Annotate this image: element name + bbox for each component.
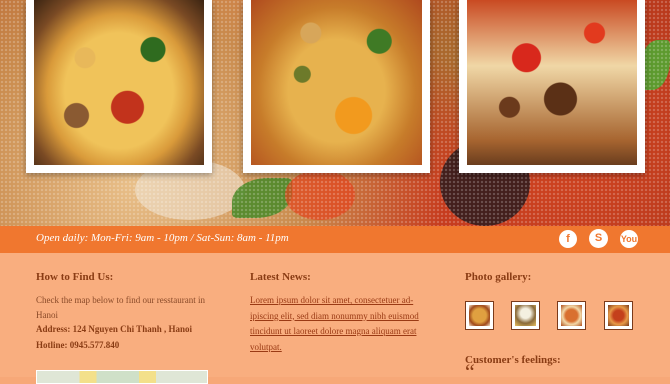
opening-hours-text: Open daily: Mon-Fri: 9am - 10pm / Sat-Su… — [36, 232, 289, 244]
gallery-thumbnail[interactable] — [604, 301, 633, 330]
basil-leaf-decoration — [232, 178, 292, 218]
address-text: Address: 124 Nguyen Chi Thanh , Hanoi — [36, 324, 192, 334]
gallery-thumbnail[interactable] — [557, 301, 586, 330]
pizza-photo-2 — [251, 0, 422, 165]
opening-hours-bar: Open daily: Mon-Fri: 9am - 10pm / Sat-Su… — [0, 226, 670, 253]
latest-news-title: Latest News: — [250, 271, 311, 283]
pizza-photo-1 — [34, 0, 204, 165]
tomato-decoration — [285, 170, 355, 220]
facebook-icon[interactable]: f — [559, 230, 577, 248]
hotline-text: Hotline: 0945.577.840 — [36, 340, 120, 350]
hero-banner — [0, 0, 670, 226]
pizza-photo-card-2[interactable] — [243, 0, 430, 173]
find-us-title: How to Find Us: — [36, 271, 114, 283]
pizza-photo-card-1[interactable] — [26, 0, 212, 173]
pizza-photo-card-3[interactable] — [459, 0, 645, 173]
news-article-link[interactable]: Lorem ipsum dolor sit amet, consectetuer… — [250, 293, 426, 355]
gallery-thumbnail[interactable] — [511, 301, 540, 330]
footer: How to Find Us: Check the map below to f… — [0, 253, 670, 384]
photo-gallery-title: Photo gallery: — [465, 271, 532, 283]
find-us-description: Check the map below to find our resstaur… — [36, 295, 205, 320]
gallery-thumbnail[interactable] — [465, 301, 494, 330]
customer-feelings-title: Customer's feelings: — [465, 354, 561, 366]
location-map[interactable] — [36, 370, 208, 384]
youtube-icon[interactable]: You — [620, 230, 638, 248]
pizza-photo-3 — [467, 0, 637, 165]
skype-icon[interactable]: S — [589, 229, 608, 248]
